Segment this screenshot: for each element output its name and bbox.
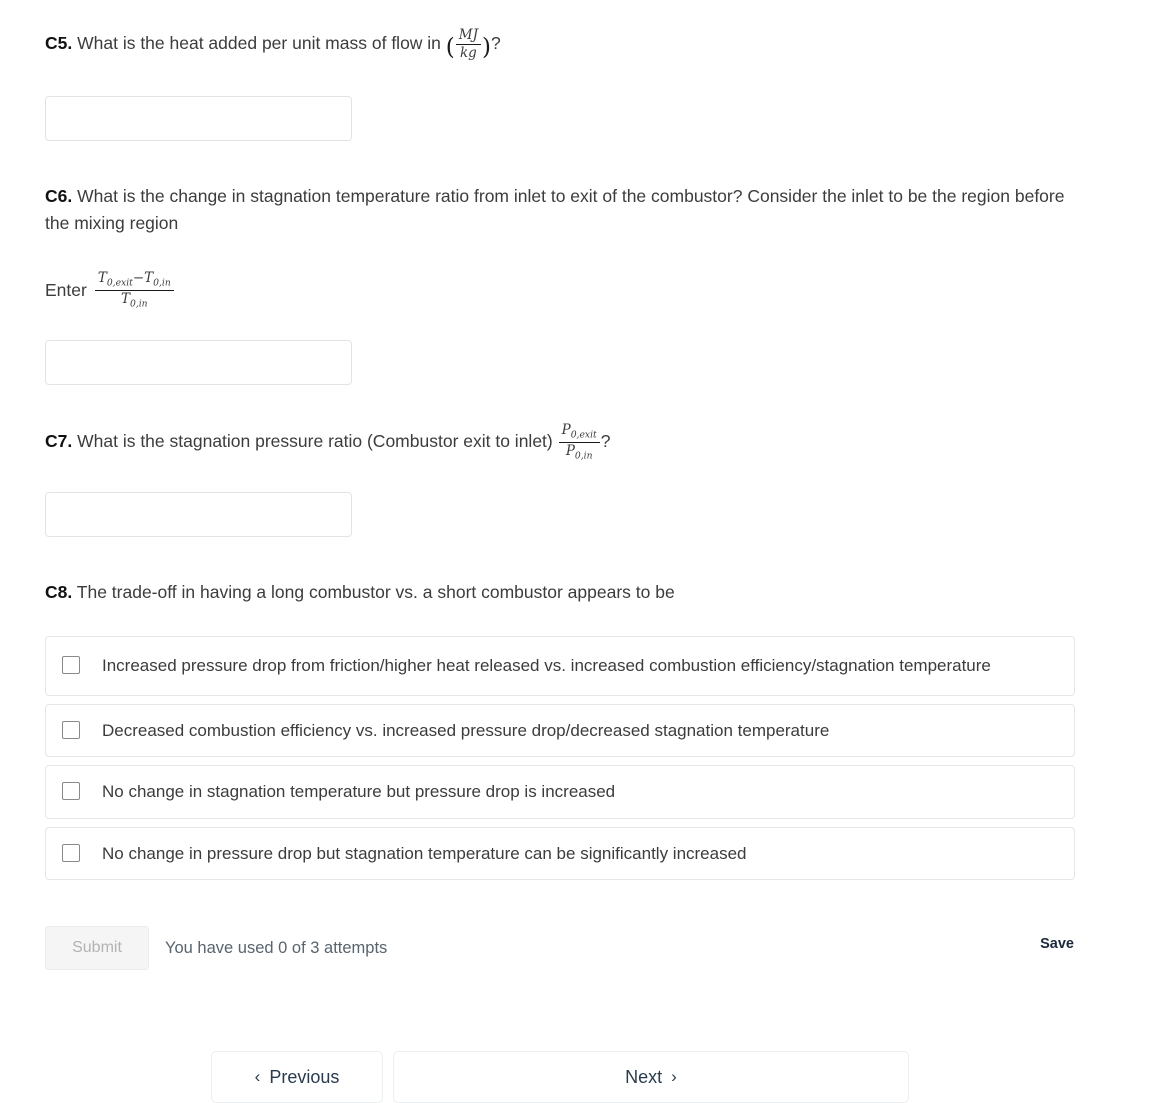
question-c7-suffix: ? [600,431,611,452]
checkbox-option-list: Increased pressure drop from friction/hi… [45,636,1075,881]
math-numerator: MJ [455,27,482,46]
previous-button-label: Previous [269,1066,340,1087]
checkbox-option-label: Increased pressure drop from friction/hi… [102,656,991,676]
math-fraction-pressure-ratio: P0,exit P0,in [558,423,600,462]
checkbox-icon[interactable] [62,782,80,801]
question-c6-text: C6. What is the change in stagnation tem… [0,183,1173,237]
question-c5-body: What is the heat added per unit mass of … [77,33,441,54]
open-paren: ( [445,34,455,61]
question-c5-suffix: ? [491,33,501,54]
checkbox-option-label: No change in pressure drop but stagnatio… [102,843,747,863]
question-c7-label: C7. [45,431,73,452]
checkbox-option-1[interactable]: Increased pressure drop from friction/hi… [45,636,1075,696]
checkbox-icon[interactable] [62,656,80,675]
checkbox-option-label: Decreased combustion efficiency vs. incr… [102,720,830,740]
question-c8-label: C8. [45,582,73,603]
chevron-left-icon: ‹ [254,1067,261,1086]
math-fraction-temperature-ratio: T0,exit−T0,in T0,in [94,271,174,310]
next-button[interactable]: Next › [393,1051,909,1103]
checkbox-option-2[interactable]: Decreased combustion efficiency vs. incr… [45,703,1075,758]
math-numerator: T0,exit−T0,in [94,271,174,292]
previous-button[interactable]: ‹ Previous [211,1051,383,1103]
question-c7-text: C7. What is the stagnation pressure rati… [0,423,1173,462]
checkbox-icon[interactable] [62,843,80,862]
math-denominator: P0,in [565,443,593,462]
question-c5: C5. What is the heat added per unit mass… [0,27,1173,141]
question-c5-label: C5. [45,33,73,54]
chevron-right-icon: › [671,1067,677,1086]
checkbox-option-label: No change in stagnation temperature but … [102,782,616,802]
answer-input-c7[interactable] [45,492,352,538]
question-c8-body: The trade-off in having a long combustor… [76,582,675,603]
close-paren: ) [482,34,492,61]
checkbox-icon[interactable] [62,720,80,739]
question-c6-body: What is the change in stagnation tempera… [45,185,1065,234]
question-c6-label: C6. [45,185,73,206]
enter-expression-row: Enter T0,exit−T0,in T0,in [0,271,1173,310]
assessment-page: C5. What is the heat added per unit mass… [0,0,1173,1103]
question-c7: C7. What is the stagnation pressure rati… [0,423,1173,538]
unit-navigation: ‹ Previous Next › [211,1051,909,1103]
question-c7-body: What is the stagnation pressure ratio (C… [77,431,553,452]
math-denominator: kg [459,45,477,62]
save-button[interactable]: Save [1040,936,1074,952]
math-numerator: P0,exit [558,423,600,444]
question-c8: C8. The trade-off in having a long combu… [0,579,1173,881]
math-fraction-mj-kg: MJ kg [455,27,482,62]
answer-input-c5[interactable] [45,95,352,141]
attempts-status-text: You have used 0 of 3 attempts [165,938,388,957]
question-c5-text: C5. What is the heat added per unit mass… [0,27,1173,66]
submit-button[interactable]: Submit [45,926,149,971]
next-button-label: Next [625,1066,663,1087]
math-denominator: T0,in [120,291,148,310]
question-c8-text: C8. The trade-off in having a long combu… [0,579,1173,606]
enter-label: Enter [45,280,87,301]
answer-input-c6[interactable] [45,340,352,386]
submit-row: Submit You have used 0 of 3 attempts Sav… [0,926,1173,971]
question-c6: C6. What is the change in stagnation tem… [0,183,1173,386]
checkbox-option-3[interactable]: No change in stagnation temperature but … [45,765,1075,819]
checkbox-option-4[interactable]: No change in pressure drop but stagnatio… [45,826,1075,881]
